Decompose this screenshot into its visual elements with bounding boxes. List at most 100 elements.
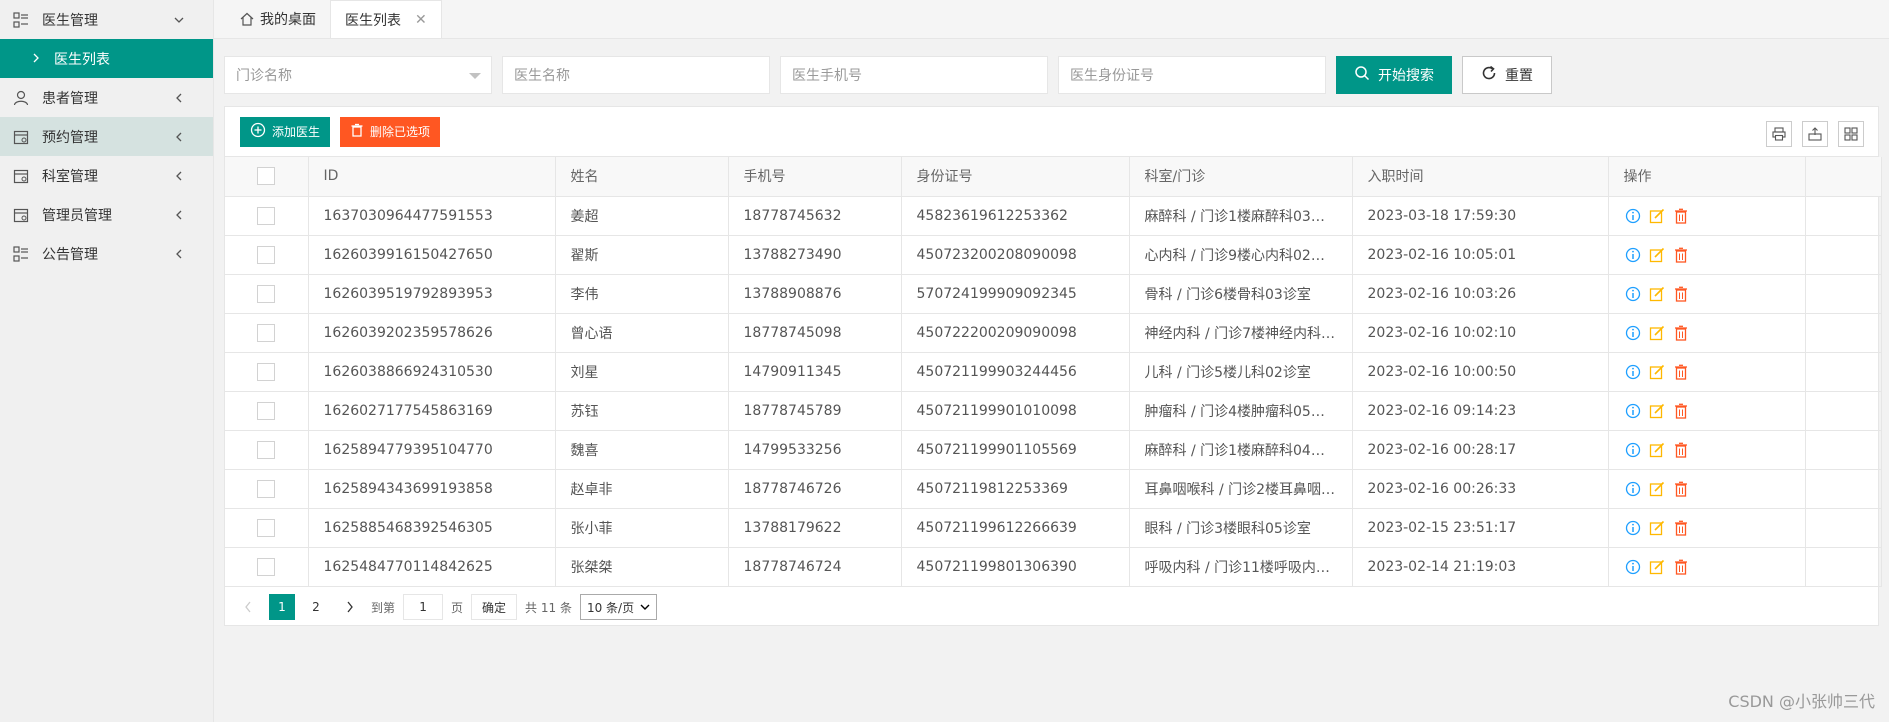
menu-department-management[interactable]: 科室管理 [0, 156, 213, 195]
doctor-name-input[interactable]: 医生名称 [502, 56, 770, 94]
edit-icon[interactable] [1648, 324, 1666, 342]
edit-icon[interactable] [1648, 558, 1666, 576]
trash-icon[interactable] [1672, 246, 1690, 264]
info-icon[interactable] [1624, 519, 1642, 537]
chevron-down-icon [640, 604, 650, 610]
table-cell: 1626027177545863169 [308, 391, 556, 431]
goto-page-input[interactable]: 1 [403, 594, 444, 620]
row-checkbox[interactable] [257, 479, 276, 498]
close-icon[interactable]: ✕ [415, 12, 427, 28]
trash-icon[interactable] [1672, 558, 1690, 576]
info-icon[interactable] [1624, 402, 1642, 420]
trash-icon[interactable] [1672, 441, 1690, 459]
table-cell: 姜超 [555, 196, 729, 236]
user-icon [12, 89, 30, 107]
edit-icon[interactable] [1648, 246, 1666, 264]
edit-icon[interactable] [1648, 363, 1666, 381]
trash-icon[interactable] [1672, 519, 1690, 537]
chevron-left-icon [173, 170, 185, 182]
info-icon[interactable] [1624, 207, 1642, 225]
export-icon[interactable] [1802, 121, 1828, 147]
page-1[interactable]: 1 [269, 594, 295, 620]
table-cell: 耳鼻咽喉科 / 门诊2楼耳鼻咽… [1129, 469, 1353, 509]
table-cell: 心内科 / 门诊9楼心内科02诊室 [1129, 235, 1353, 275]
table-row: 1625894779395104770 魏喜 14799533256 45072119… [225, 430, 1882, 470]
row-checkbox[interactable] [257, 284, 276, 303]
info-icon[interactable] [1624, 480, 1642, 498]
home-icon [240, 12, 254, 26]
search-button[interactable]: 开始搜索 [1336, 56, 1452, 94]
page-2[interactable]: 2 [303, 594, 329, 620]
tab-my-desktop[interactable]: 我的桌面 [226, 0, 330, 38]
filler-cell [1805, 274, 1882, 314]
menu-admin-management[interactable]: 管理员管理 [0, 195, 213, 234]
tab-doctor-list[interactable]: 医生列表 ✕ [330, 0, 442, 38]
calendar-icon [12, 206, 30, 224]
row-checkbox[interactable] [257, 323, 276, 342]
table-cell: 450722200209090098 [901, 313, 1130, 353]
edit-icon[interactable] [1648, 480, 1666, 498]
trash-icon[interactable] [1672, 285, 1690, 303]
table-cell: 18778745789 [728, 391, 902, 431]
menu-notice-management[interactable]: 公告管理 [0, 234, 213, 273]
doctor-phone-input[interactable]: 医生手机号 [780, 56, 1048, 94]
confirm-page-button[interactable]: 确定 [471, 594, 518, 620]
row-select-cell [225, 235, 309, 275]
actions-cell [1608, 274, 1806, 314]
info-icon[interactable] [1624, 285, 1642, 303]
trash-icon[interactable] [1672, 480, 1690, 498]
table-cell: 2023-02-15 23:51:17 [1352, 508, 1609, 548]
reset-button[interactable]: 重置 [1462, 56, 1552, 94]
trash-icon[interactable] [1672, 363, 1690, 381]
filler-cell [1805, 469, 1882, 509]
table-row: 1626039519792893953 李伟 13788908876 57072419… [225, 274, 1882, 314]
edit-icon[interactable] [1648, 441, 1666, 459]
row-checkbox[interactable] [257, 440, 276, 459]
row-checkbox[interactable] [257, 557, 276, 576]
info-icon[interactable] [1624, 441, 1642, 459]
edit-icon[interactable] [1648, 402, 1666, 420]
table-tools [1766, 121, 1864, 147]
print-icon[interactable] [1766, 121, 1792, 147]
menu-doctor-list[interactable]: 医生列表 [0, 39, 213, 78]
total-count: 共 11 条 [525, 600, 572, 615]
add-doctor-button[interactable]: 添加医生 [240, 116, 331, 147]
info-icon[interactable] [1624, 246, 1642, 264]
row-checkbox[interactable] [257, 245, 276, 264]
info-icon[interactable] [1624, 363, 1642, 381]
trash-icon[interactable] [1672, 324, 1690, 342]
info-icon[interactable] [1624, 558, 1642, 576]
filler-cell [1805, 391, 1882, 431]
table-row: 1626038866924310530 刘星 14790911345 45072119… [225, 352, 1882, 392]
menu-doctor-management[interactable]: 医生管理 [0, 0, 213, 39]
trash-icon[interactable] [1672, 207, 1690, 225]
per-page-select[interactable]: 10 条/页 [579, 594, 658, 620]
next-page-icon[interactable] [337, 594, 363, 620]
table-cell: 1625484770114842625 [308, 547, 556, 587]
row-checkbox[interactable] [257, 362, 276, 381]
row-checkbox[interactable] [257, 401, 276, 420]
prev-page-icon[interactable] [235, 594, 261, 620]
chevron-down-icon [173, 14, 185, 26]
row-checkbox[interactable] [257, 518, 276, 537]
edit-icon[interactable] [1648, 285, 1666, 303]
info-icon[interactable] [1624, 324, 1642, 342]
edit-icon[interactable] [1648, 207, 1666, 225]
chevron-left-icon [173, 92, 185, 104]
select-all-checkbox[interactable] [257, 167, 276, 186]
menu-appointment-management[interactable]: 预约管理 [0, 117, 213, 156]
actions-cell [1608, 469, 1806, 509]
clinic-select[interactable]: 门诊名称 [224, 56, 492, 94]
columns-filter-icon[interactable] [1838, 121, 1864, 147]
filler-cell [1805, 235, 1882, 275]
table-cell: 肿瘤科 / 门诊4楼肿瘤科05诊室 [1129, 391, 1353, 431]
delete-selected-button[interactable]: 删除已选项 [340, 116, 441, 147]
goto-label: 到第 [371, 600, 396, 615]
trash-icon[interactable] [1672, 402, 1690, 420]
edit-icon[interactable] [1648, 519, 1666, 537]
table-cell: 13788179622 [728, 508, 902, 548]
menu-patient-management[interactable]: 患者管理 [0, 78, 213, 117]
row-checkbox[interactable] [257, 206, 276, 225]
doctor-idcard-input[interactable]: 医生身份证号 [1058, 56, 1326, 94]
menu-label: 科室管理 [42, 168, 98, 185]
